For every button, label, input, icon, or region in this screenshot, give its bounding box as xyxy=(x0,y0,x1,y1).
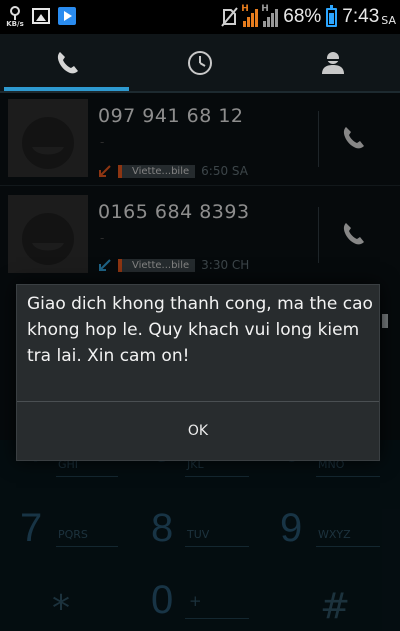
kbs-icon: KB/s xyxy=(6,5,24,28)
dialog-message: Giao dich khong thanh cong, ma the cao k… xyxy=(27,294,373,366)
battery-percent: 68% xyxy=(283,6,322,27)
gallery-icon xyxy=(32,8,50,24)
clock-time: 7:43 xyxy=(342,6,380,27)
phone-icon xyxy=(57,52,78,74)
signal-2-label: H xyxy=(261,4,269,14)
no-sim-icon xyxy=(221,7,239,27)
notification-icons: KB/s xyxy=(6,5,76,28)
signal-1-label: H xyxy=(241,4,249,14)
tab-phone[interactable] xyxy=(0,34,133,92)
tab-contacts[interactable] xyxy=(267,34,400,92)
signal-strength-2-icon: H xyxy=(261,4,279,27)
battery-icon xyxy=(326,4,338,27)
tab-call-history[interactable] xyxy=(133,34,266,92)
ok-button[interactable]: OK xyxy=(17,402,379,460)
kbs-label: KB/s xyxy=(6,20,24,28)
contacts-icon xyxy=(322,52,345,74)
play-store-icon xyxy=(58,7,76,25)
system-icons: H H 68% 7:43 SA xyxy=(220,4,396,30)
dialer-tabs xyxy=(0,34,400,92)
signal-strength-1-icon: H xyxy=(241,4,259,27)
clock-icon xyxy=(187,51,212,75)
alert-dialog: Giao dich khong thanh cong, ma the cao k… xyxy=(16,284,380,461)
status-bar: KB/s H H 68% 7:43 SA xyxy=(0,0,400,34)
clock-ampm: SA xyxy=(381,13,396,27)
scrollbar[interactable] xyxy=(382,314,388,328)
